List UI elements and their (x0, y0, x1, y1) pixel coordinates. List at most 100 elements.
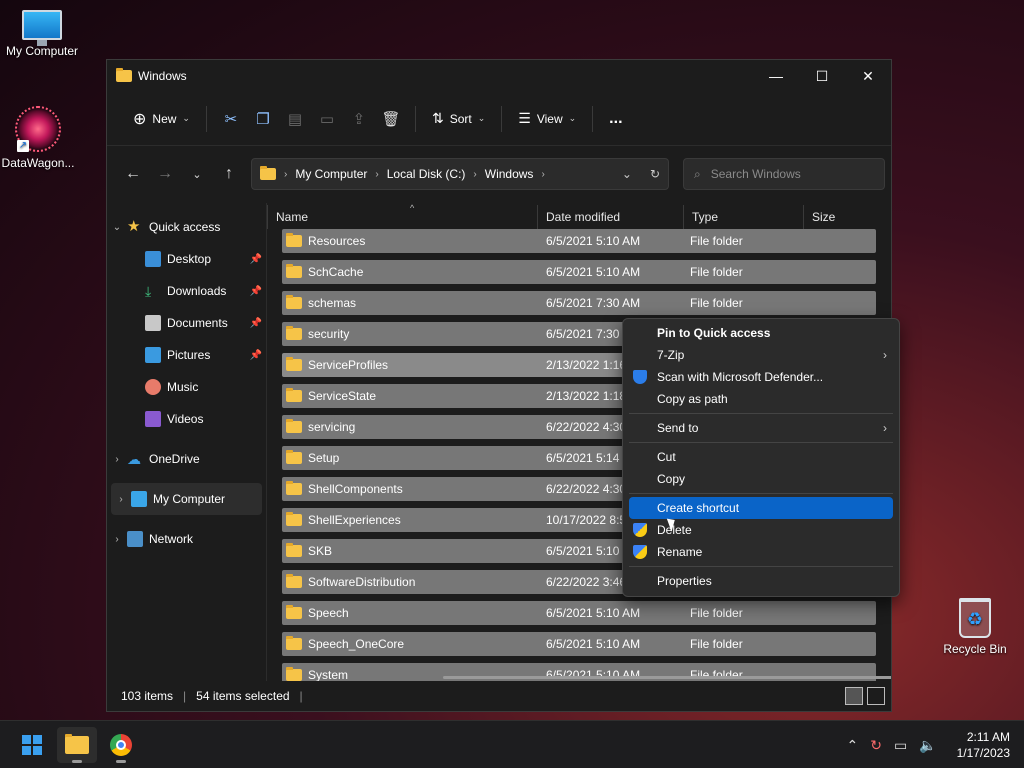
close-button[interactable]: ✕ (845, 61, 891, 91)
breadcrumb-local-disk[interactable]: Local Disk (C:) (387, 167, 466, 181)
view-button[interactable]: ☰ View ⌄ (510, 102, 584, 136)
menu-divider (629, 566, 893, 567)
menu-item-label: Scan with Microsoft Defender... (657, 370, 824, 384)
sidebar-item-music[interactable]: Music (107, 371, 266, 403)
network-status-icon[interactable]: ▭ (894, 737, 907, 754)
file-name: Speech_OneCore (308, 636, 405, 651)
command-bar: ⊕ New ⌄ ✂ ❐ ▤ ▭ ⇪ 🗑 ⇅ Sort ⌄ ☰ View ⌄ ..… (107, 92, 891, 146)
sidebar-item-label: My Computer (153, 492, 226, 506)
table-row[interactable]: Speech_OneCore 6/5/2021 5:10 AM File folde… (282, 628, 876, 659)
volume-icon[interactable]: 🔈 (919, 737, 936, 754)
desktop-icon-my-computer[interactable]: My Computer (0, 10, 84, 58)
plus-circle-icon: ⊕ (133, 110, 147, 128)
delete-icon[interactable]: 🗑 (375, 102, 407, 136)
uac-shield-icon (633, 523, 647, 537)
cut-icon[interactable]: ✂ (215, 102, 247, 136)
menu-item-label: Pin to Quick access (657, 326, 771, 340)
recent-locations-chevron-icon[interactable]: ⌄ (181, 168, 213, 181)
sidebar-item-videos[interactable]: Videos (107, 403, 266, 435)
menu-item-pin-quick-access[interactable]: Pin to Quick access (629, 322, 893, 344)
table-row[interactable]: SchCache 6/5/2021 5:10 AM File folder (282, 256, 876, 287)
chevron-right-icon[interactable]: › (107, 534, 127, 545)
desktop-icon-recycle-bin[interactable]: ♻ Recycle Bin (933, 598, 1017, 656)
update-sync-icon[interactable]: ↻ (870, 737, 882, 754)
clock-date: 1/17/2023 (956, 746, 1010, 760)
copy-icon[interactable]: ❐ (247, 102, 279, 136)
chevron-right-icon[interactable]: › (107, 454, 127, 465)
file-name-cell: Setup (282, 449, 544, 465)
menu-item-send-to[interactable]: Send to › (629, 417, 893, 439)
date-modified-cell: 6/5/2021 5:10 AM (546, 233, 641, 248)
folder-icon (286, 356, 302, 371)
menu-item-scan-defender[interactable]: Scan with Microsoft Defender... (629, 366, 893, 388)
taskbar-file-explorer[interactable] (57, 727, 97, 763)
date-modified-cell: 6/5/2021 5:10 AM (546, 605, 641, 620)
minimize-button[interactable]: — (753, 61, 799, 91)
sidebar-item-onedrive[interactable]: › ☁ OneDrive (107, 443, 266, 475)
chevron-right-icon[interactable]: › (111, 494, 131, 505)
address-bar[interactable]: › My Computer › Local Disk (C:) › Window… (251, 158, 669, 190)
desktop-icon-datawagon[interactable]: ↗ DataWagon... (0, 106, 80, 170)
sidebar-item-desktop[interactable]: Desktop 📌 (107, 243, 266, 275)
maximize-button[interactable]: ☐ (799, 61, 845, 91)
menu-item-rename[interactable]: Rename (629, 541, 893, 563)
back-arrow-icon[interactable]: ← (117, 165, 149, 183)
search-input[interactable] (710, 167, 861, 181)
sort-button[interactable]: ⇅ Sort ⌄ (424, 102, 493, 136)
sidebar-item-pictures[interactable]: Pictures 📌 (107, 339, 266, 371)
chevron-down-icon[interactable]: ⌄ (107, 222, 127, 233)
rename-icon[interactable]: ▭ (311, 102, 343, 136)
menu-item-label: Copy (657, 472, 686, 486)
status-divider: | (183, 689, 187, 703)
start-button[interactable] (12, 727, 52, 763)
file-name: ServiceState (308, 388, 377, 403)
menu-item-copy-as-path[interactable]: Copy as path (629, 388, 893, 410)
breadcrumb-my-computer[interactable]: My Computer (295, 167, 367, 181)
share-icon[interactable]: ⇪ (343, 102, 375, 136)
show-hidden-icons-chevron-icon[interactable]: ⌃ (846, 737, 858, 754)
new-label: New (152, 111, 177, 126)
tiles-view-button[interactable] (867, 687, 885, 705)
folder-icon (116, 68, 132, 82)
more-options-button[interactable]: ... (601, 102, 630, 136)
menu-item-copy[interactable]: Copy (629, 468, 893, 490)
paste-icon[interactable]: ▤ (279, 102, 311, 136)
sidebar-item-network[interactable]: › Network (107, 523, 266, 555)
title-bar[interactable]: Windows — ☐ ✕ (107, 60, 891, 92)
menu-item-7zip[interactable]: 7-Zip › (629, 344, 893, 366)
breadcrumb-separator-icon: › (473, 168, 477, 180)
picture-icon (145, 347, 161, 363)
up-arrow-icon[interactable]: ↑ (213, 165, 245, 183)
sidebar-item-my-computer[interactable]: › My Computer (111, 483, 262, 515)
breadcrumb-windows[interactable]: Windows (485, 167, 534, 181)
clock[interactable]: 2:11 AM 1/17/2023 (957, 729, 1010, 761)
recycle-bin-icon: ♻ (959, 598, 991, 638)
defender-shield-icon (633, 370, 647, 384)
pin-icon: 📌 (249, 349, 262, 361)
table-row[interactable]: Speech 6/5/2021 5:10 AM File folder (282, 597, 876, 628)
breadcrumb-separator-icon: › (541, 168, 545, 180)
taskbar-chrome[interactable] (101, 727, 141, 763)
new-button[interactable]: ⊕ New ⌄ (125, 102, 198, 136)
search-box[interactable]: ⌕ (683, 158, 885, 190)
address-history-chevron-icon[interactable]: ⌄ (622, 167, 632, 181)
clock-time: 2:11 AM (966, 730, 1010, 744)
chevron-right-icon: › (883, 421, 887, 435)
sidebar-item-downloads[interactable]: ⤓ Downloads 📌 (107, 275, 266, 307)
details-view-button[interactable] (845, 687, 863, 705)
table-row[interactable]: Resources 6/5/2021 5:10 AM File folder (282, 225, 876, 256)
file-name-cell: SchCache (282, 263, 544, 279)
video-icon (145, 411, 161, 427)
menu-item-properties[interactable]: Properties (629, 570, 893, 592)
refresh-icon[interactable]: ↻ (650, 167, 660, 181)
table-row[interactable]: schemas 6/5/2021 7:30 AM File folder (282, 287, 876, 318)
forward-arrow-icon[interactable]: → (149, 165, 181, 183)
folder-icon (286, 263, 302, 278)
menu-divider (629, 413, 893, 414)
menu-item-cut[interactable]: Cut (629, 446, 893, 468)
menu-item-create-shortcut[interactable]: Create shortcut (629, 497, 893, 519)
breadcrumb-separator-icon: › (284, 168, 288, 180)
sidebar-item-quick-access[interactable]: ⌄ ★ Quick access (107, 211, 266, 243)
horizontal-scrollbar[interactable] (443, 676, 891, 679)
sidebar-item-documents[interactable]: Documents 📌 (107, 307, 266, 339)
